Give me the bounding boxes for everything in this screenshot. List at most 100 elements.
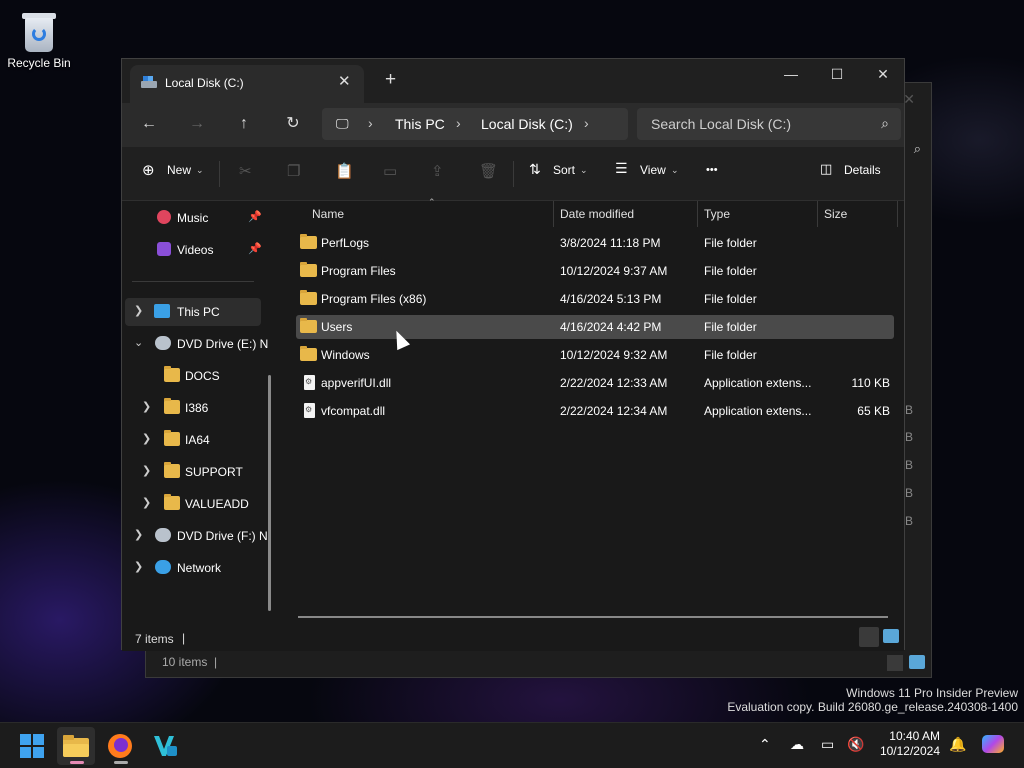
refresh-icon[interactable]: ↻ — [279, 111, 307, 139]
table-row[interactable]: appverifUI.dll 2/22/2024 12:33 AM Applic… — [296, 371, 894, 395]
up-arrow-icon[interactable]: ↑ — [230, 111, 258, 139]
column-divider[interactable] — [553, 201, 554, 227]
sort-icon[interactable]: ⇅ — [529, 161, 541, 178]
drive-icon — [141, 76, 157, 88]
search-icon[interactable]: ⌕ — [881, 115, 889, 132]
more-options-button[interactable]: ••• — [706, 164, 718, 176]
nav-item-valueadd[interactable]: ❯ VALUEADD — [122, 490, 272, 518]
column-header-size[interactable]: Size — [824, 207, 847, 221]
tab-close-icon[interactable]: ✕ — [338, 72, 351, 90]
computer-icon[interactable]: 🖵 — [336, 116, 349, 132]
address-bar[interactable]: 🖵 › This PC › Local Disk (C:) › — [322, 108, 628, 140]
start-button[interactable] — [13, 727, 51, 765]
pin-icon[interactable]: 📌 — [248, 210, 262, 223]
copilot-icon[interactable] — [982, 735, 1004, 753]
notification-bell-icon[interactable]: 🔔 — [949, 736, 966, 753]
network-status-icon[interactable]: ▭ — [821, 736, 834, 753]
table-row[interactable]: PerfLogs 3/8/2024 11:18 PM File folder — [296, 231, 894, 255]
nav-item-dvd-e[interactable]: ⌄ DVD Drive (E:) N — [122, 330, 272, 358]
chevron-right-icon[interactable]: ❯ — [134, 560, 143, 573]
chevron-right-icon[interactable]: ❯ — [142, 400, 151, 413]
nav-item-music[interactable]: Music 📌 — [122, 204, 272, 232]
bg-close-icon[interactable]: ✕ — [903, 91, 915, 108]
nav-item-support[interactable]: ❯ SUPPORT — [122, 458, 272, 486]
chevron-right-icon[interactable]: ❯ — [142, 464, 151, 477]
chevron-right-icon[interactable]: › — [456, 115, 461, 131]
chevron-right-icon[interactable]: ❯ — [142, 432, 151, 445]
chevron-right-icon[interactable]: ❯ — [142, 496, 151, 509]
nav-item-ia64[interactable]: ❯ IA64 — [122, 426, 272, 454]
file-list[interactable]: Name ⌃ Date modified Type Size PerfLogs … — [282, 197, 904, 625]
chevron-up-icon[interactable]: ⌃ — [759, 736, 771, 753]
column-header-type[interactable]: Type — [704, 207, 730, 221]
horizontal-scrollbar[interactable] — [298, 616, 888, 618]
delete-icon[interactable]: 🗑 — [479, 162, 498, 180]
chevron-down-icon[interactable]: ⌄ — [671, 165, 679, 176]
chevron-down-icon[interactable]: ⌄ — [580, 165, 588, 176]
cut-icon[interactable]: ✂ — [239, 162, 252, 180]
bg-view-buttons[interactable] — [887, 655, 925, 671]
table-row[interactable]: Program Files (x86) 4/16/2024 5:13 PM Fi… — [296, 287, 894, 311]
nav-item-videos[interactable]: Videos 📌 — [122, 236, 272, 264]
column-divider[interactable] — [897, 201, 898, 227]
chevron-down-icon[interactable]: ⌄ — [196, 165, 204, 176]
column-divider[interactable] — [697, 201, 698, 227]
nav-item-docs[interactable]: DOCS — [122, 362, 272, 390]
nav-item-network[interactable]: ❯ Network — [122, 554, 272, 582]
rename-icon[interactable]: ▭ — [383, 162, 397, 180]
bg-tiles-view-icon[interactable] — [909, 655, 925, 669]
chevron-right-icon[interactable]: ❯ — [134, 528, 143, 541]
breadcrumb-this-pc[interactable]: This PC — [395, 116, 445, 132]
new-icon[interactable]: ⊕ — [142, 161, 155, 179]
taskbar-app[interactable] — [146, 727, 184, 765]
column-divider[interactable] — [817, 201, 818, 227]
bg-details-view-icon[interactable] — [887, 655, 903, 671]
column-header-date[interactable]: Date modified — [560, 207, 634, 221]
nav-item-i386[interactable]: ❯ I386 — [122, 394, 272, 422]
table-row[interactable]: vfcompat.dll 2/22/2024 12:34 AM Applicat… — [296, 399, 894, 423]
table-row[interactable]: Windows 10/12/2024 9:32 AM File folder — [296, 343, 894, 367]
back-arrow-icon[interactable]: ← — [135, 111, 163, 139]
breadcrumb-local-disk[interactable]: Local Disk (C:) — [481, 116, 573, 132]
chevron-right-icon[interactable]: › — [584, 115, 589, 131]
view-button[interactable]: View — [640, 163, 666, 177]
nav-item-dvd-f[interactable]: ❯ DVD Drive (F:) N — [122, 522, 272, 550]
tab-local-disk[interactable]: Local Disk (C:) ✕ — [130, 65, 364, 103]
details-view-icon[interactable] — [859, 627, 879, 647]
cloud-offline-icon[interactable]: ☁ — [790, 736, 804, 753]
taskbar-firefox[interactable] — [101, 727, 139, 765]
recycle-bin[interactable]: Recycle Bin — [4, 6, 74, 70]
minimize-button[interactable]: — — [768, 63, 814, 91]
details-button[interactable]: Details — [844, 163, 881, 177]
table-row[interactable]: Users 4/16/2024 4:42 PM File folder — [296, 315, 894, 339]
nav-scrollbar[interactable] — [268, 375, 271, 611]
chevron-right-icon[interactable]: ❯ — [134, 304, 143, 317]
column-header-name[interactable]: Name — [312, 207, 344, 221]
sort-button[interactable]: Sort — [553, 163, 575, 177]
search-input[interactable]: Search Local Disk (C:) — [651, 116, 791, 132]
view-icon[interactable]: ☰ — [615, 160, 628, 177]
new-button[interactable]: New — [167, 163, 191, 177]
navigation-pane[interactable]: Music 📌 Videos 📌 ❯ This PC ⌄ DVD Drive (… — [122, 201, 279, 625]
file-explorer-window[interactable]: Local Disk (C:) ✕ + — ☐ ✕ ← → ↑ ↻ 🖵 › Th… — [121, 58, 905, 651]
volume-muted-icon[interactable]: 🔇 — [847, 736, 864, 753]
chevron-down-icon[interactable]: ⌄ — [134, 336, 143, 349]
forward-arrow-icon[interactable]: → — [183, 111, 211, 139]
chevron-right-icon[interactable]: › — [368, 115, 373, 131]
copy-icon[interactable]: ❐ — [287, 162, 300, 180]
taskbar-file-explorer[interactable] — [57, 727, 95, 765]
system-clock[interactable]: 10:40 AM 10/12/2024 — [874, 729, 940, 759]
table-row[interactable]: Program Files 10/12/2024 9:37 AM File fo… — [296, 259, 894, 283]
details-pane-icon[interactable]: ◫ — [820, 161, 832, 177]
title-bar[interactable]: Local Disk (C:) ✕ + — ☐ ✕ — [122, 59, 904, 103]
large-icons-view-icon[interactable] — [883, 629, 899, 643]
share-icon[interactable]: ⇪ — [431, 162, 444, 180]
pin-icon[interactable]: 📌 — [248, 242, 262, 255]
bg-search-icon[interactable]: ⌕ — [914, 141, 921, 157]
search-box[interactable]: Search Local Disk (C:) ⌕ — [637, 108, 901, 140]
nav-item-this-pc[interactable]: ❯ This PC — [125, 298, 261, 326]
maximize-button[interactable]: ☐ — [814, 63, 860, 91]
close-button[interactable]: ✕ — [860, 63, 906, 91]
paste-icon[interactable]: 📋 — [335, 162, 354, 180]
new-tab-button[interactable]: + — [385, 70, 396, 89]
